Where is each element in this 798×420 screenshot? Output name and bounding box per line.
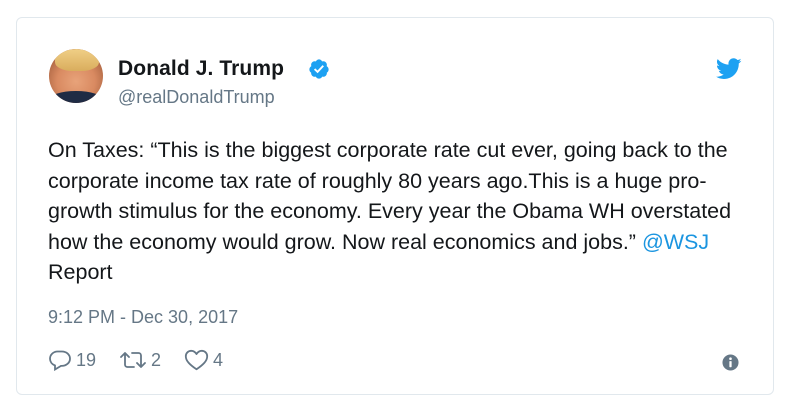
tweet-text-main: On Taxes: “This is the biggest corporate… [48,138,732,254]
reply-icon [49,350,71,371]
avatar-suit [49,91,103,103]
like-button[interactable]: 4 [184,349,223,371]
like-count: 4 [213,349,224,370]
retweet-count: 2 [151,349,162,370]
tweet-text: On Taxes: “This is the biggest corporate… [48,135,748,288]
heart-icon [184,349,209,371]
tweet-actions: 19 2 4 [48,348,246,372]
author-name[interactable]: Donald J. Trump [118,57,284,81]
retweet-button[interactable]: 2 [119,349,161,371]
reply-count: 19 [76,349,97,370]
tweet-card: Donald J. Trump @realDonaldTrump On Taxe… [16,17,774,395]
info-icon[interactable] [722,354,739,371]
retweet-icon [120,352,146,368]
avatar[interactable] [49,49,103,103]
mention-link[interactable]: @WSJ [642,230,709,254]
author-handle[interactable]: @realDonaldTrump [118,87,275,108]
tweet-text-end: Report [48,260,113,284]
reply-button[interactable]: 19 [48,349,96,371]
verified-badge-icon [309,59,329,79]
tweet-timestamp[interactable]: 9:12 PM - Dec 30, 2017 [48,307,238,328]
avatar-hair [55,49,99,71]
twitter-bird-icon[interactable] [716,58,742,80]
